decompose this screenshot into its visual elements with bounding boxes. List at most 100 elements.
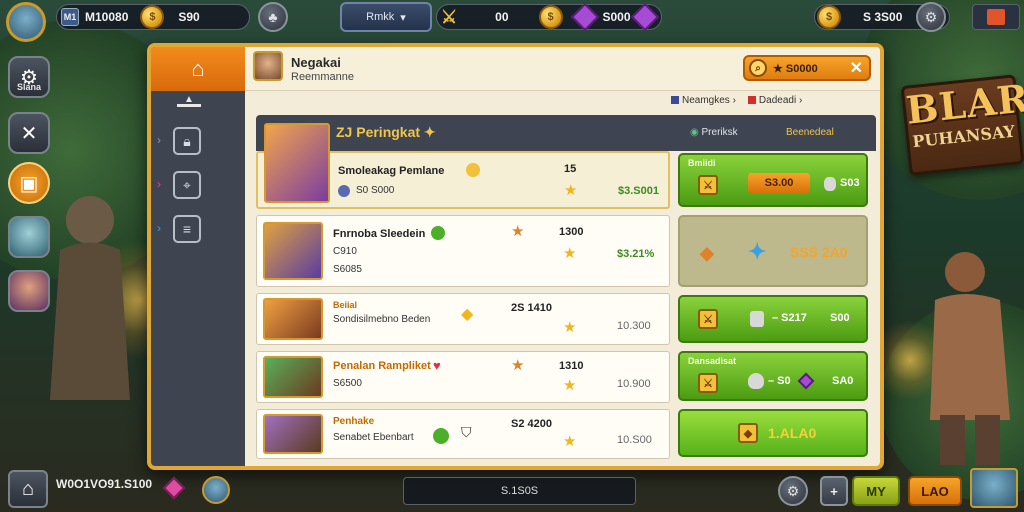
background-character-right	[930, 252, 1010, 465]
tools-side-button[interactable]: ✕	[8, 112, 50, 154]
home-icon: ⌂	[21, 477, 35, 500]
hero-portrait	[263, 298, 323, 340]
gem-icon	[431, 226, 445, 240]
table-row[interactable]: Penhake Senabet Ebenbart ⛉ S2 4200 ★ 10.…	[256, 409, 670, 459]
hero-portrait	[263, 414, 323, 454]
row-price: 10.900	[617, 378, 651, 390]
action-button[interactable]: Bmiidi ⚔ S3.00 S03	[678, 153, 868, 207]
row-price: $3.S001	[618, 185, 659, 197]
sort-right-label: Dadeadi	[758, 95, 797, 106]
player-avatar[interactable]	[6, 2, 46, 42]
lao-button[interactable]: LAO	[908, 476, 962, 506]
row-name: Smoleakag Pemlane	[338, 165, 445, 177]
center-dropdown[interactable]: Rmkk ▾	[340, 2, 432, 32]
row-name: Beiial	[333, 300, 358, 310]
action-label: Bmiidi	[688, 158, 716, 168]
coin-icon: $	[817, 5, 841, 29]
eject-icon[interactable]: ▲	[177, 95, 201, 107]
action-value: – S0	[768, 375, 791, 387]
row-price: $3.21%	[617, 248, 655, 260]
action-value: 1.ALA0	[768, 425, 817, 441]
menu-icon	[987, 9, 1005, 25]
chevron-right-icon: ›	[157, 177, 161, 191]
panel-nav: ⌂ ▲ › 🔒︎ › ⌖ › ≡	[151, 47, 245, 466]
background-character-left	[50, 196, 130, 400]
center-dropdown-label: Rmkk	[366, 11, 395, 23]
action-label: Dansadisat	[688, 356, 737, 366]
row-name: Fnrnoba Sleedein	[333, 228, 426, 240]
search-value: ★ S0000	[773, 62, 818, 75]
hero-portrait-button[interactable]	[8, 270, 50, 312]
resource-bar: M1 M10080 $ S90	[56, 4, 250, 30]
row-score: 15	[564, 163, 577, 175]
swords-icon: ⚔	[698, 373, 718, 393]
bottom-left-text: W0O1VO91.S100	[56, 477, 153, 491]
home-tab[interactable]: ⌂	[151, 47, 245, 91]
close-icon[interactable]: ✕	[850, 58, 863, 78]
friend-avatar[interactable]	[202, 476, 230, 504]
action-button[interactable]: Dansadisat ⚔ – S0 SA0	[678, 351, 868, 401]
action-value: – S217	[772, 312, 807, 324]
map-icon[interactable]: ⌖	[173, 171, 201, 199]
hero-portrait-button[interactable]	[8, 216, 50, 258]
settings-icon[interactable]: ⚙	[778, 476, 808, 506]
panel-header: Negakai Reemmanne ⌕ ★ S0000 ✕	[245, 47, 880, 91]
row-sub: S6500	[333, 378, 362, 389]
shield-icon	[466, 163, 480, 177]
table-row[interactable]: Fnrnoba Sleedein C910 S6085 ★ 1300 ★ $3.…	[256, 215, 670, 287]
sparkle-icon: ✦	[423, 124, 436, 140]
action-button[interactable]: ⚔ – S217 S00	[678, 295, 868, 343]
egg-icon	[824, 177, 836, 191]
home-button[interactable]: ⌂	[8, 470, 48, 508]
resource-1-value: M10080	[85, 10, 129, 24]
tools-icon: ✕	[20, 122, 38, 145]
row-sub: Sondisilmebno Beden	[333, 314, 431, 325]
heart-icon: ♥	[433, 358, 441, 373]
star-icon: ★	[511, 223, 525, 240]
chevron-down-icon: ▾	[400, 11, 406, 24]
coin-icon: $	[538, 5, 563, 29]
chevron-right-icon: ›	[157, 221, 161, 235]
gem-icon[interactable]	[630, 2, 659, 32]
column-header[interactable]: Beenedeal	[786, 127, 834, 138]
add-button[interactable]: +	[820, 476, 848, 506]
document-icon[interactable]: ≡	[173, 215, 201, 243]
leaderboard-panel: ⌂ ▲ › 🔒︎ › ⌖ › ≡ Negakai Reemmanne ⌕ ★ S…	[147, 43, 884, 470]
my-button[interactable]: MY	[852, 476, 900, 506]
gem-icon	[433, 428, 449, 444]
chest-side-button[interactable]: ▣	[8, 162, 50, 204]
row-score: 2S 1410	[511, 302, 552, 314]
shield-icon: ◆	[738, 423, 758, 443]
coin-icon: $	[140, 5, 165, 29]
hero-portrait	[264, 123, 330, 203]
star-icon: ★	[563, 319, 577, 336]
swords-icon[interactable]: ⚔	[441, 7, 457, 28]
row-sub: S6085	[333, 264, 362, 275]
action-extra: S00	[830, 312, 850, 324]
bottom-center-field[interactable]: S.1S0S	[403, 477, 636, 505]
action-value: S3.00	[748, 173, 810, 193]
sort-left[interactable]: Neamgkes ›	[671, 95, 736, 106]
refresh-icon: ◉	[690, 127, 699, 138]
search-bar[interactable]: ⌕ ★ S0000 ✕	[743, 55, 871, 81]
home-icon: ⌂	[191, 56, 205, 81]
clover-icon[interactable]: ♣	[258, 2, 288, 32]
row-sub: Senabet Ebenbart	[333, 432, 414, 443]
row-price: 10.300	[617, 320, 651, 332]
column-header[interactable]: ◉ Preriksk	[690, 127, 738, 138]
lock-icon[interactable]: 🔒︎	[173, 127, 201, 155]
sort-right[interactable]: Dadeadi ›	[747, 95, 802, 106]
table-title-text: ZJ Peringkat	[336, 124, 421, 140]
chevron-right-icon: ›	[157, 133, 161, 147]
action-button[interactable]: ◆ 1.ALA0	[678, 409, 868, 457]
action-button[interactable]: ◆ ✦ SSS 2A0	[678, 215, 868, 287]
table-row[interactable]: Beiial Sondisilmebno Beden ◆ 2S 1410 ★ 1…	[256, 293, 670, 345]
clock-icon	[338, 185, 350, 197]
energy-gem-bar: ⚔ 00 $ S000	[436, 2, 662, 32]
profile-portrait[interactable]	[970, 468, 1018, 508]
table-row[interactable]: Penalan Rampliket ♥ S6500 ★ 1310 ★ 10.90…	[256, 351, 670, 403]
table-row[interactable]: Smoleakag Pemlane S0 S000 15 ★ $3.S001	[256, 123, 670, 209]
settings-icon[interactable]: ⚙	[916, 2, 946, 32]
menu-button[interactable]	[972, 4, 1020, 30]
row-sub: C910	[333, 246, 357, 257]
